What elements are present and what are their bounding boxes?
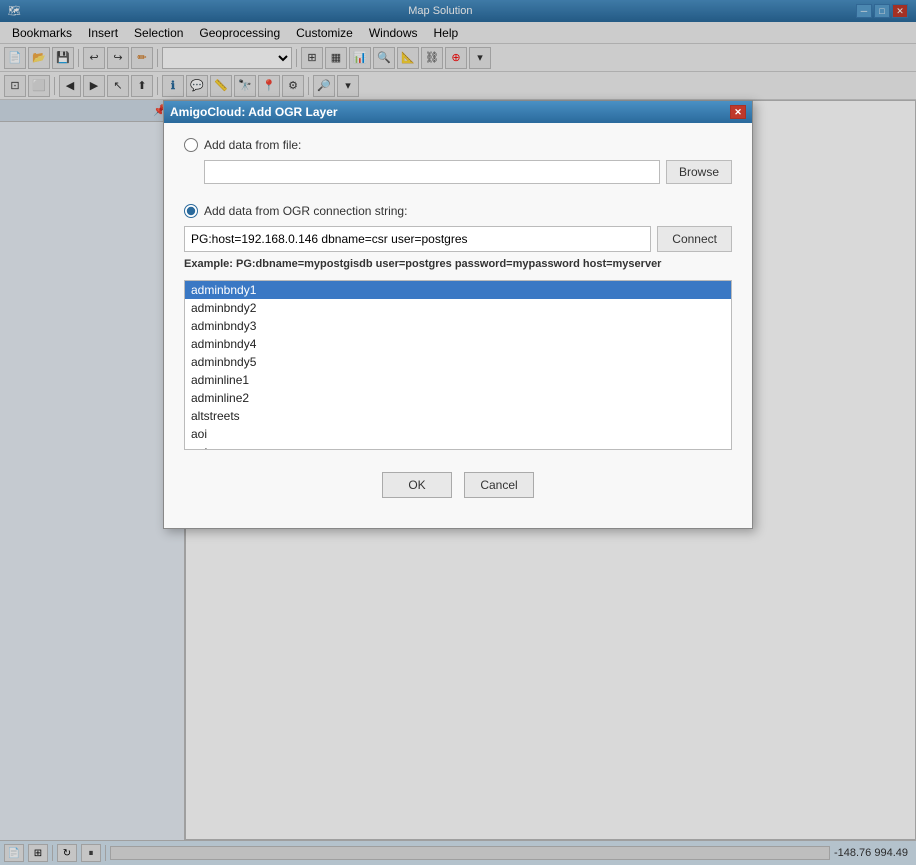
dialog-title-text: AmigoCloud: Add OGR Layer bbox=[170, 105, 338, 119]
list-item[interactable]: adminbndy2 bbox=[185, 299, 731, 317]
list-item[interactable]: adminline2 bbox=[185, 389, 731, 407]
list-item[interactable]: adminbndy3 bbox=[185, 317, 731, 335]
example-row: Example: PG:dbname=mypostgisdb user=post… bbox=[184, 258, 732, 270]
file-path-input[interactable] bbox=[204, 160, 660, 184]
radio-file[interactable] bbox=[184, 138, 198, 152]
radio-conn-label: Add data from OGR connection string: bbox=[204, 204, 407, 218]
list-item[interactable]: altstreets bbox=[185, 407, 731, 425]
list-item[interactable]: adminbndy1 bbox=[185, 281, 731, 299]
list-item[interactable]: autosvc bbox=[185, 443, 731, 450]
browse-button[interactable]: Browse bbox=[666, 160, 732, 184]
radio-file-row: Add data from file: bbox=[184, 138, 732, 152]
dialog-title-bar: AmigoCloud: Add OGR Layer ✕ bbox=[164, 101, 752, 123]
example-label: Example: bbox=[184, 258, 233, 270]
file-input-row: Browse bbox=[204, 160, 732, 184]
cancel-button[interactable]: Cancel bbox=[464, 472, 534, 498]
list-item[interactable]: aoi bbox=[185, 425, 731, 443]
conn-string-row: Connect bbox=[184, 226, 732, 252]
radio-file-label: Add data from file: bbox=[204, 138, 301, 152]
ok-button[interactable]: OK bbox=[382, 472, 452, 498]
dialog-body: Add data from file: Browse Add data from… bbox=[164, 123, 752, 528]
list-item[interactable]: adminbndy5 bbox=[185, 353, 731, 371]
conn-string-input[interactable] bbox=[184, 226, 651, 252]
dialog-close-button[interactable]: ✕ bbox=[730, 105, 746, 119]
modal-overlay: AmigoCloud: Add OGR Layer ✕ Add data fro… bbox=[0, 0, 916, 865]
list-item[interactable]: adminline1 bbox=[185, 371, 731, 389]
connect-button[interactable]: Connect bbox=[657, 226, 732, 252]
radio-conn-row: Add data from OGR connection string: bbox=[184, 204, 732, 218]
dialog-buttons: OK Cancel bbox=[184, 462, 732, 513]
layer-list[interactable]: adminbndy1adminbndy2adminbndy3adminbndy4… bbox=[184, 280, 732, 450]
example-value: PG:dbname=mypostgisdb user=postgres pass… bbox=[236, 258, 661, 270]
add-ogr-layer-dialog: AmigoCloud: Add OGR Layer ✕ Add data fro… bbox=[163, 100, 753, 529]
list-item[interactable]: adminbndy4 bbox=[185, 335, 731, 353]
radio-conn[interactable] bbox=[184, 204, 198, 218]
